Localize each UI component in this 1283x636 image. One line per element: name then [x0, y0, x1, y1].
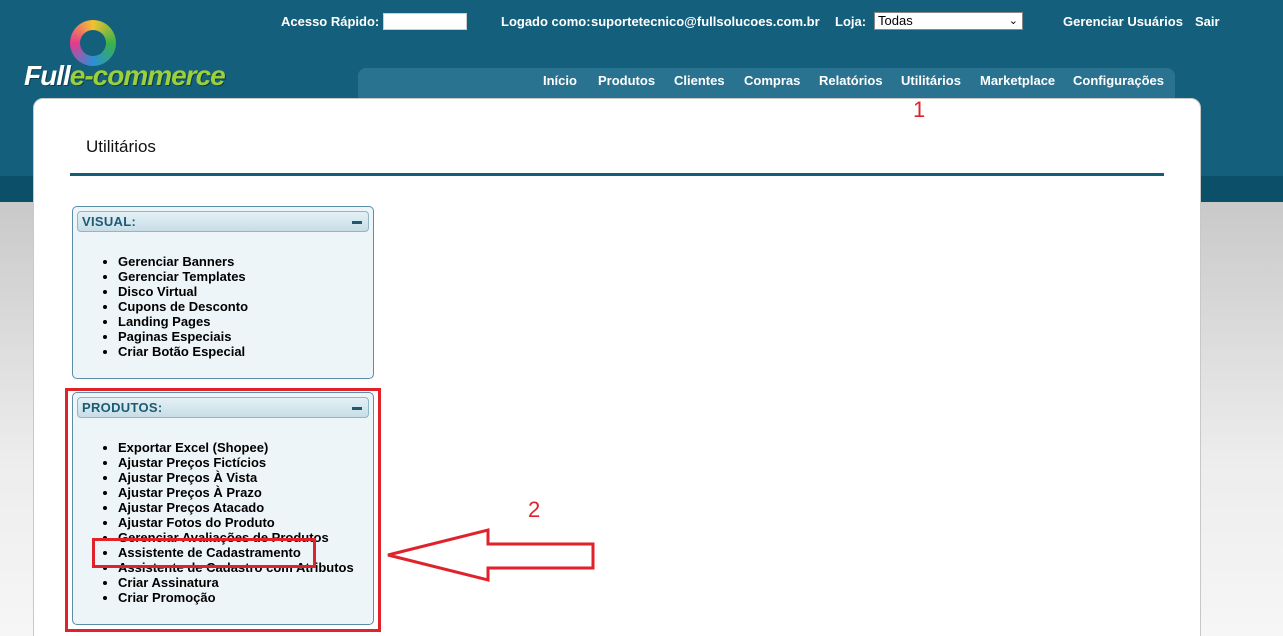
chevron-down-icon: ⌄ — [1008, 15, 1018, 27]
nav-inicio[interactable]: Início — [543, 73, 577, 88]
nav-configuracoes[interactable]: Configurações — [1073, 73, 1164, 88]
annotation-highlight-produtos — [65, 388, 381, 632]
section-visual: VISUAL: Gerenciar Banners Gerenciar Temp… — [72, 206, 374, 379]
logged-as-label: Logado como: — [501, 14, 591, 29]
list-item[interactable]: Cupons de Desconto — [118, 299, 248, 314]
store-label: Loja: — [835, 14, 867, 29]
manage-users-link[interactable]: Gerenciar Usuários — [1063, 14, 1183, 29]
page-title: Utilitários — [86, 137, 156, 156]
logged-user: suportetecnico@fullsolucoes.com.br — [591, 14, 820, 29]
list-item[interactable]: Gerenciar Banners — [118, 254, 248, 269]
quick-access-input[interactable] — [383, 13, 467, 30]
collapse-icon[interactable] — [352, 221, 362, 224]
brand-logo[interactable]: Fulle-commerce — [22, 18, 242, 98]
section-visual-header[interactable]: VISUAL: — [77, 211, 369, 232]
nav-utilitarios[interactable]: Utilitários — [901, 73, 961, 88]
nav-produtos[interactable]: Produtos — [598, 73, 655, 88]
annotation-arrow-icon — [387, 528, 595, 582]
logo-text: Fulle-commerce — [24, 60, 226, 91]
nav-marketplace[interactable]: Marketplace — [980, 73, 1055, 88]
list-item[interactable]: Disco Virtual — [118, 284, 248, 299]
list-item[interactable]: Gerenciar Templates — [118, 269, 248, 284]
logout-link[interactable]: Sair — [1195, 14, 1220, 29]
list-item[interactable]: Paginas Especiais — [118, 329, 248, 344]
nav-compras[interactable]: Compras — [744, 73, 800, 88]
nav-clientes[interactable]: Clientes — [674, 73, 725, 88]
list-item[interactable]: Criar Botão Especial — [118, 344, 248, 359]
store-select-value: Todas — [878, 13, 913, 28]
annotation-marker-1: 1 — [913, 97, 926, 122]
nav-relatorios[interactable]: Relatórios — [819, 73, 883, 88]
title-divider — [70, 173, 1164, 176]
list-item[interactable]: Landing Pages — [118, 314, 248, 329]
section-visual-title: VISUAL: — [82, 214, 137, 229]
annotation-highlight-item — [92, 538, 316, 568]
annotation-marker-2: 2 — [528, 497, 541, 522]
section-visual-list: Gerenciar Banners Gerenciar Templates Di… — [118, 254, 248, 359]
store-select[interactable]: Todas ⌄ — [874, 12, 1023, 30]
quick-access-label: Acesso Rápido: — [281, 14, 380, 29]
